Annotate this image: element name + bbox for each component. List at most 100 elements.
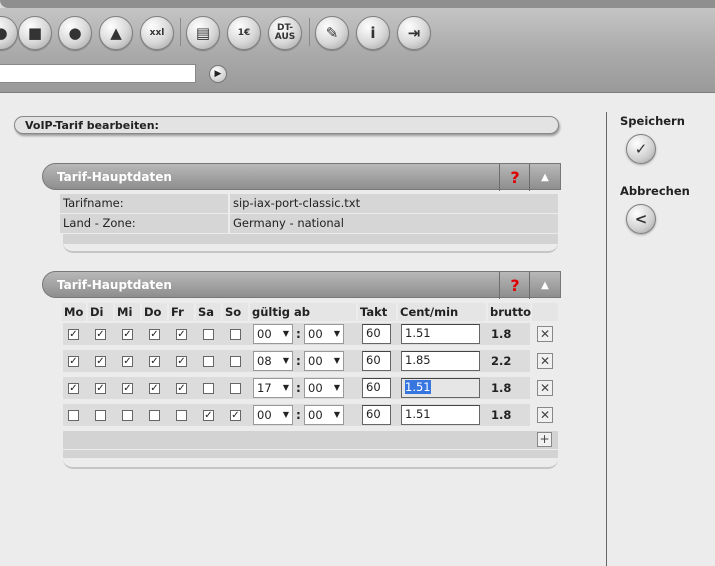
- go-arrow-icon[interactable]: ▶: [209, 65, 227, 83]
- day-checkbox[interactable]: ✓: [149, 329, 160, 340]
- chevron-down-icon: ▼: [282, 383, 289, 392]
- takt-input[interactable]: 60: [362, 324, 391, 344]
- delete-row-icon[interactable]: ✕: [537, 380, 553, 396]
- delete-row-icon[interactable]: ✕: [537, 326, 553, 342]
- document-icon[interactable]: ▤: [186, 16, 220, 50]
- day-checkbox[interactable]: ✓: [95, 383, 106, 394]
- exit-icon[interactable]: ⇥: [397, 16, 431, 50]
- hour-value: 00: [257, 327, 272, 341]
- delete-row-icon[interactable]: ✕: [537, 353, 553, 369]
- brutto-value: 2.2: [491, 354, 512, 368]
- help-icon[interactable]: ?: [499, 164, 530, 191]
- day-checkbox[interactable]: ✓: [68, 329, 79, 340]
- cent-value: 1.85: [405, 353, 431, 367]
- pyramid-icon[interactable]: ▲: [99, 16, 133, 50]
- search-input[interactable]: [0, 64, 196, 83]
- sidebar-divider: [606, 112, 607, 566]
- day-checkbox[interactable]: ✓: [122, 356, 133, 367]
- info-icon[interactable]: i: [356, 16, 390, 50]
- day-checkbox[interactable]: [149, 410, 160, 421]
- cent-input[interactable]: 1.51: [401, 405, 480, 425]
- info-icon-label: i: [370, 24, 376, 42]
- day-checkbox[interactable]: ✓: [176, 329, 187, 340]
- day-checkbox[interactable]: ✓: [203, 410, 214, 421]
- col-header-actions: [532, 303, 558, 321]
- day-checkbox[interactable]: ✓: [122, 329, 133, 340]
- day-checkbox[interactable]: [230, 356, 241, 367]
- chevron-down-icon: ▼: [333, 356, 340, 365]
- day-checkbox[interactable]: ✓: [95, 356, 106, 367]
- minute-select[interactable]: 00 ▼: [304, 351, 344, 371]
- day-checkbox[interactable]: ✓: [230, 410, 241, 421]
- takt-input[interactable]: 60: [362, 405, 391, 425]
- spheres-icon[interactable]: ●: [58, 16, 92, 50]
- takt-input[interactable]: 60: [362, 378, 391, 398]
- time-colon: :: [296, 381, 301, 395]
- partial-disc-icon[interactable]: ●: [0, 16, 18, 50]
- chevron-down-icon: ▼: [333, 383, 340, 392]
- day-checkbox[interactable]: ✓: [176, 356, 187, 367]
- hour-select[interactable]: 00 ▼: [253, 324, 293, 344]
- col-header-mi: Mi: [115, 303, 140, 321]
- day-checkbox[interactable]: [176, 410, 187, 421]
- col-header-di: Di: [88, 303, 113, 321]
- brutto-value: 1.8: [491, 327, 512, 341]
- collapse-icon[interactable]: ▲: [529, 272, 560, 299]
- day-checkbox[interactable]: ✓: [122, 383, 133, 394]
- hour-value: 08: [257, 354, 272, 368]
- day-checkbox[interactable]: [203, 329, 214, 340]
- hour-select[interactable]: 00 ▼: [253, 405, 293, 425]
- hour-select[interactable]: 17 ▼: [253, 378, 293, 398]
- dt-aus-label: DT- AUS: [274, 23, 296, 42]
- cent-value: 1.51: [405, 326, 431, 340]
- cent-input[interactable]: 1.51: [401, 324, 480, 344]
- time-colon: :: [296, 408, 301, 422]
- day-checkbox[interactable]: [203, 356, 214, 367]
- panel1-header: Tarif-Hauptdaten ? ▲: [42, 163, 561, 191]
- minute-select[interactable]: 00 ▼: [304, 405, 344, 425]
- toolbar-separator: [309, 18, 310, 46]
- day-checkbox[interactable]: ✓: [95, 329, 106, 340]
- toolbar: ● ■ ● ▲ xxl ▤ 1€ DT- AUS ✎ i ⇥ ▶: [0, 0, 715, 93]
- day-checkbox[interactable]: [68, 410, 79, 421]
- panel2-footer-cap: [63, 457, 558, 469]
- brutto-value: 1.8: [491, 381, 512, 395]
- panel2-title: Tarif-Hauptdaten: [57, 278, 172, 292]
- brutto-value: 1.8: [491, 408, 512, 422]
- euro-document-icon[interactable]: 1€: [227, 16, 261, 50]
- minute-select[interactable]: 00 ▼: [304, 324, 344, 344]
- cube-icon[interactable]: ■: [18, 16, 52, 50]
- day-checkbox[interactable]: ✓: [176, 383, 187, 394]
- cent-input[interactable]: 1.85: [401, 351, 480, 371]
- day-checkbox[interactable]: [230, 383, 241, 394]
- add-row-button[interactable]: +: [537, 432, 552, 447]
- chevron-down-icon: ▼: [282, 356, 289, 365]
- day-checkbox[interactable]: [95, 410, 106, 421]
- day-checkbox[interactable]: ✓: [149, 356, 160, 367]
- day-checkbox[interactable]: ✓: [149, 383, 160, 394]
- delete-row-icon[interactable]: ✕: [537, 407, 553, 423]
- dt-aus-icon[interactable]: DT- AUS: [268, 16, 302, 50]
- day-checkbox[interactable]: [203, 383, 214, 394]
- help-icon[interactable]: ?: [499, 272, 530, 299]
- cent-input[interactable]: 1.51: [401, 378, 480, 398]
- tarifname-value: sip-iax-port-classic.txt: [230, 194, 558, 213]
- day-checkbox[interactable]: [122, 410, 133, 421]
- xxl-icon[interactable]: xxl: [140, 16, 174, 50]
- day-checkbox[interactable]: ✓: [68, 383, 79, 394]
- day-checkbox[interactable]: ✓: [68, 356, 79, 367]
- takt-input[interactable]: 60: [362, 351, 391, 371]
- col-header-fr: Fr: [169, 303, 194, 321]
- save-button[interactable]: ✓: [626, 134, 656, 164]
- minute-select[interactable]: 00 ▼: [304, 378, 344, 398]
- collapse-icon[interactable]: ▲: [529, 164, 560, 191]
- tools-icon[interactable]: ✎: [315, 16, 349, 50]
- cancel-button[interactable]: <: [626, 204, 656, 234]
- panel2-footer: [63, 431, 558, 449]
- day-checkbox[interactable]: [230, 329, 241, 340]
- minute-value: 00: [308, 327, 323, 341]
- hour-select[interactable]: 08 ▼: [253, 351, 293, 371]
- col-header-gueltig: gültig ab Uhrzeit: [250, 303, 356, 337]
- chevron-down-icon: ▼: [282, 329, 289, 338]
- panel1-footer-cap: [63, 241, 558, 253]
